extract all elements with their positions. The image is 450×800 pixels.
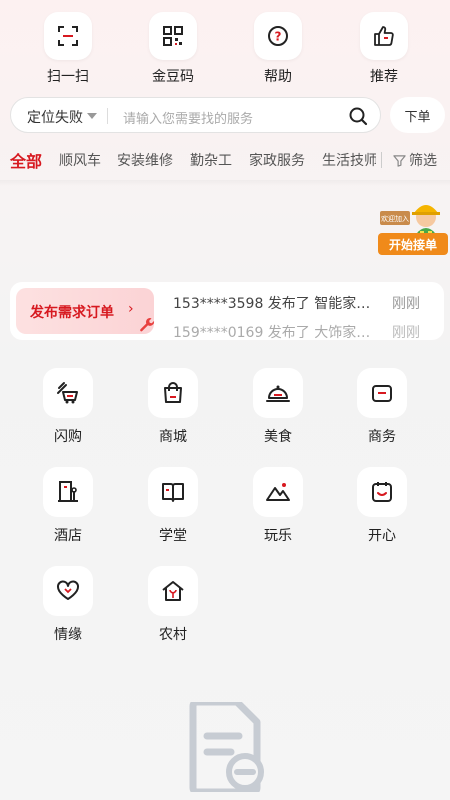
service-happy[interactable]: 开心 [347, 467, 417, 545]
qr-code-icon [163, 26, 183, 46]
divider [107, 108, 108, 124]
service-food[interactable]: 美食 [243, 368, 313, 446]
service-fun[interactable]: 玩乐 [243, 467, 313, 545]
publish-request-button[interactable]: 发布需求订单 › [16, 288, 154, 334]
feed-item-text[interactable]: 153****3598 发布了 智能家… [173, 293, 370, 313]
search-input[interactable]: 请输入您需要找的服务 [123, 108, 253, 127]
scan-label: 扫一扫 [47, 69, 89, 85]
recommend-label: 推荐 [370, 69, 398, 85]
service-label: 美食 [264, 429, 292, 445]
service-label: 酒店 [54, 528, 82, 544]
qr-code-label: 金豆码 [152, 69, 194, 85]
svg-text:?: ? [275, 30, 282, 44]
divider [381, 152, 382, 168]
filter-button[interactable]: 筛选 [393, 150, 437, 170]
thumb-up-icon [374, 26, 394, 46]
tab-odd-jobs[interactable]: 勤杂工 [190, 150, 232, 170]
service-hotel[interactable]: 酒店 [33, 467, 103, 545]
wrench-icon [140, 318, 155, 332]
service-label: 学堂 [159, 528, 187, 544]
empty-document-icon [189, 702, 264, 792]
start-accepting-button[interactable]: 开始接单 [378, 233, 448, 255]
publish-request-label: 发布需求订单 [30, 305, 114, 321]
service-school[interactable]: 学堂 [138, 467, 208, 545]
service-mall[interactable]: 商城 [138, 368, 208, 446]
filter-icon [393, 154, 406, 167]
tab-install-repair[interactable]: 安装维修 [117, 150, 173, 170]
order-button[interactable]: 下单 [390, 97, 445, 133]
request-feed-card: 发布需求订单 › 153****3598 发布了 智能家… 刚刚 159****… [10, 282, 444, 340]
caret-down-icon [87, 113, 97, 119]
service-label: 玩乐 [264, 528, 292, 544]
service-label: 农村 [159, 627, 187, 643]
help-label: 帮助 [264, 69, 292, 85]
mascot-sign: 欢迎加入 [381, 214, 409, 223]
scan-button[interactable]: 扫一扫 [33, 12, 103, 86]
tab-all[interactable]: 全部 [10, 148, 42, 172]
service-label: 商城 [159, 429, 187, 445]
qr-code-button[interactable]: 金豆码 [138, 12, 208, 86]
book-icon [162, 483, 184, 502]
tab-life-technician[interactable]: 生活技师 [322, 150, 376, 170]
help-icon: ? [268, 26, 288, 46]
filter-label: 筛选 [409, 153, 437, 169]
help-button[interactable]: ? 帮助 [243, 12, 313, 86]
chevron-right-icon: › [128, 301, 134, 317]
top-actions: 扫一扫 金豆码 ? 帮助 推荐 [0, 12, 450, 92]
location-selector[interactable]: 定位失败 [27, 107, 83, 127]
search-icon[interactable] [348, 106, 368, 126]
hotel-icon [58, 481, 78, 502]
service-label: 闪购 [54, 429, 82, 445]
mountain-icon [266, 483, 290, 501]
feed-item-time: 刚刚 [392, 296, 420, 312]
tab-rideshare[interactable]: 顺风车 [59, 150, 101, 170]
service-label: 开心 [368, 528, 396, 544]
search-bar: 定位失败 请输入您需要找的服务 [10, 97, 381, 133]
search-row: 定位失败 请输入您需要找的服务 下单 [10, 97, 445, 133]
category-tabs: 全部 顺风车 安装维修 勤杂工 家政服务 生活技师 筛选 [0, 148, 450, 172]
business-icon [372, 385, 392, 402]
farm-house-icon [162, 581, 184, 601]
flash-buy-icon [57, 382, 78, 404]
calendar-smile-icon [372, 482, 392, 502]
service-label: 情缘 [54, 627, 82, 643]
service-flash-buy[interactable]: 闪购 [33, 368, 103, 446]
tab-housekeeping[interactable]: 家政服务 [249, 150, 305, 170]
feed-item-text[interactable]: 159****0169 发布了 大饰家… [173, 322, 370, 340]
service-rural[interactable]: 农村 [138, 566, 208, 644]
service-romance[interactable]: 情缘 [33, 566, 103, 644]
recommend-button[interactable]: 推荐 [349, 12, 419, 86]
shopping-bag-icon [164, 382, 182, 403]
feed-item-time: 刚刚 [392, 325, 420, 340]
service-business[interactable]: 商务 [347, 368, 417, 446]
food-cloche-icon [266, 385, 290, 402]
scan-icon [58, 26, 78, 46]
service-label: 商务 [368, 429, 396, 445]
heart-icon [57, 580, 79, 600]
